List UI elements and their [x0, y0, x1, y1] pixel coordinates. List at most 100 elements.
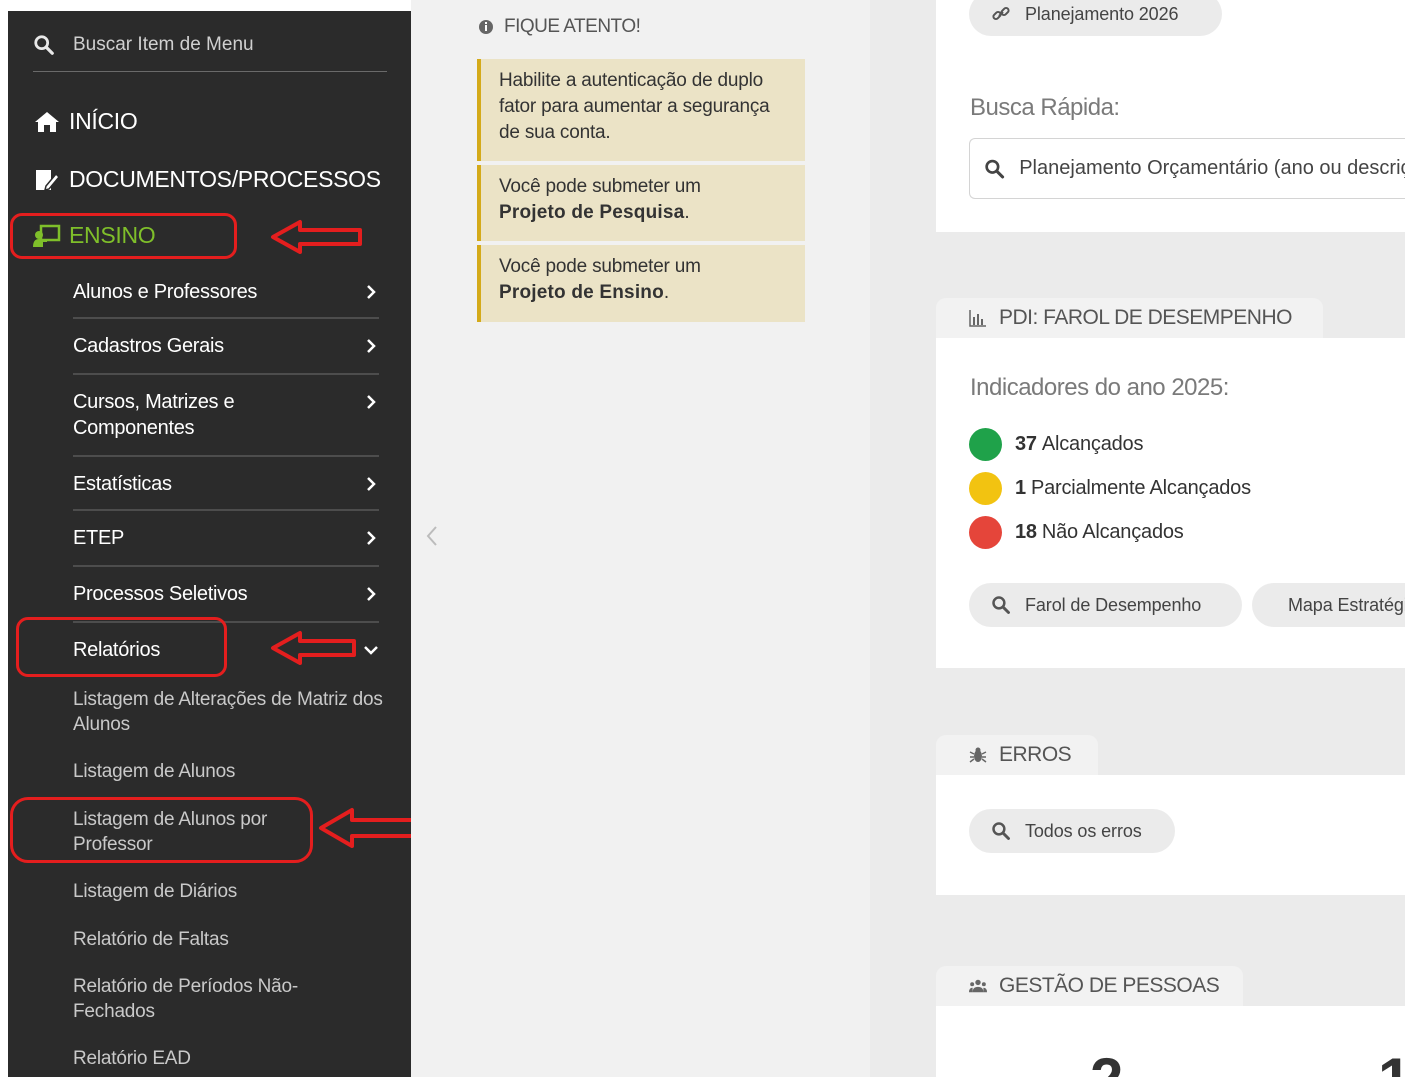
- sidebar-sub-cadastros-gerais[interactable]: Cadastros Gerais: [73, 333, 379, 359]
- todos-erros-label: Todos os erros: [1025, 820, 1142, 841]
- sidebar-report-faltas[interactable]: Relatório de Faltas: [73, 927, 383, 952]
- tab-erros: ERROS: [936, 735, 1098, 775]
- indicator-parcialmente: 1 Parcialmente Alcançados: [969, 472, 1251, 505]
- search-icon: [34, 35, 54, 55]
- annotation-arrow-left-icon: [271, 220, 362, 254]
- alerts-column: FIQUE ATENTO! Habilite a autenticação de…: [411, 0, 870, 1077]
- planejamento-2026-label: Planejamento 2026: [1025, 3, 1179, 24]
- todos-erros-button[interactable]: Todos os erros: [969, 809, 1175, 853]
- sidebar-sub-alunos-professores[interactable]: Alunos e Professores: [73, 279, 379, 305]
- status-dot-green: [969, 428, 1002, 461]
- tab-pdi-farol: PDI: FAROL DE DESEMPENHO: [936, 298, 1323, 338]
- status-dot-red: [969, 516, 1002, 549]
- sidebar-report-periodos-nao-fechados[interactable]: Relatório de Períodos Não-Fechados: [73, 974, 333, 1024]
- sidebar-report-alteracoes-matriz[interactable]: Listagem de Alterações de Matriz dos Alu…: [73, 687, 383, 737]
- notice-text: Você pode submeter um: [499, 256, 701, 277]
- indicator-count: 1: [1015, 477, 1026, 499]
- chevron-right-icon: [367, 339, 376, 353]
- annotation-box-alunos-por-professor: [10, 797, 313, 863]
- link-icon: [992, 6, 1010, 21]
- chevron-left-icon[interactable]: [424, 524, 440, 548]
- sidebar-sub-label: Estatísticas: [73, 473, 172, 495]
- chevron-right-icon: [367, 285, 376, 299]
- sidebar-sub-estatisticas[interactable]: Estatísticas: [73, 471, 379, 497]
- indicator-alcancados: 37 Alcançados: [969, 428, 1143, 461]
- tab-title: GESTÃO DE PESSOAS: [999, 974, 1220, 997]
- tab-gestao-pessoas: GESTÃO DE PESSOAS: [936, 966, 1243, 1006]
- notice-text: Habilite a autenticação de duplo fator p…: [499, 70, 770, 143]
- annotation-arrow-left-icon: [271, 631, 356, 665]
- tab-title: ERROS: [999, 743, 1072, 766]
- farol-desempenho-button[interactable]: Farol de Desempenho: [969, 583, 1242, 627]
- divider: [73, 509, 379, 511]
- sidebar-item-label: INÍCIO: [69, 108, 138, 134]
- notice-bold-text: Projeto de Ensino: [499, 282, 664, 303]
- users-icon: [969, 979, 987, 993]
- busca-rapida-label: Busca Rápida:: [970, 94, 1120, 121]
- gestao-pessoas-card: [936, 1006, 1405, 1077]
- sidebar-report-listagem-alunos[interactable]: Listagem de Alunos: [73, 759, 383, 784]
- tab-title: PDI: FAROL DE DESEMPENHO: [999, 306, 1292, 329]
- chevron-right-icon: [367, 477, 376, 491]
- chevron-right-icon: [367, 587, 376, 601]
- sidebar-sub-label: ETEP: [73, 527, 125, 549]
- indicator-label: Alcançados: [1041, 433, 1144, 455]
- divider: [73, 317, 379, 319]
- indicator-label: Não Alcançados: [1041, 521, 1184, 543]
- indicator-count: 18: [1015, 521, 1037, 543]
- chart-area-icon: [969, 310, 986, 327]
- chevron-right-icon: [367, 531, 376, 545]
- mapa-estrategico-label: Mapa Estratégico: [1288, 594, 1405, 615]
- notice-projeto-ensino[interactable]: Você pode submeter um Projeto de Ensino.: [477, 245, 805, 322]
- sidebar-menu: INÍCIO DOCUMENTOS/PROCESSOS ENSINO Aluno…: [8, 11, 411, 1077]
- notice-period: .: [663, 282, 670, 303]
- sidebar-sub-label: Alunos e Professores: [73, 281, 258, 303]
- divider: [73, 455, 379, 457]
- divider: [73, 373, 379, 375]
- farol-desempenho-label: Farol de Desempenho: [1025, 594, 1202, 615]
- chevron-down-icon: [364, 646, 378, 655]
- sidebar-item-label: DOCUMENTOS/PROCESSOS: [69, 166, 381, 192]
- indicator-count: 37: [1015, 433, 1037, 455]
- sidebar-item-inicio[interactable]: INÍCIO: [33, 108, 138, 135]
- annotation-box-ensino: [10, 213, 237, 259]
- planejamento-2026-button[interactable]: Planejamento 2026: [969, 0, 1222, 36]
- indicator-label: Parcialmente Alcançados: [1030, 477, 1251, 499]
- sidebar-sub-processos-seletivos[interactable]: Processos Seletivos: [73, 581, 379, 607]
- fique-atento-text: FIQUE ATENTO!: [504, 16, 641, 37]
- sidebar-sub-label: Processos Seletivos: [73, 583, 248, 605]
- status-dot-yellow: [969, 472, 1002, 505]
- gestao-count-1: 2: [1090, 1050, 1123, 1077]
- menu-search-input[interactable]: [73, 34, 373, 56]
- sidebar-report-listagem-diarios[interactable]: Listagem de Diários: [73, 879, 383, 904]
- search-icon: [985, 159, 1005, 179]
- sidebar-sub-label: Cursos, Matrizes e Componentes: [73, 391, 235, 439]
- gestao-count-2: 1: [1378, 1050, 1405, 1077]
- sidebar-item-documentos[interactable]: DOCUMENTOS/PROCESSOS: [33, 166, 381, 193]
- bug-icon: [969, 747, 987, 763]
- indicator-nao-alcancados: 18 Não Alcançados: [969, 516, 1184, 549]
- notice-bold-text: Projeto de Pesquisa: [499, 202, 685, 223]
- annotation-box-relatorios: [16, 617, 227, 677]
- notice-text: Você pode submeter um: [499, 176, 701, 197]
- search-icon: [992, 596, 1010, 614]
- fique-atento-heading: FIQUE ATENTO!: [478, 16, 641, 38]
- search-icon: [992, 822, 1010, 840]
- divider: [73, 565, 379, 567]
- sidebar-sub-etep[interactable]: ETEP: [73, 525, 379, 551]
- chevron-right-icon: [367, 395, 376, 409]
- busca-rapida-input[interactable]: [1019, 157, 1405, 180]
- menu-search: [33, 27, 387, 72]
- indicadores-label: Indicadores do ano 2025:: [970, 374, 1229, 401]
- notice-period: .: [684, 202, 690, 223]
- busca-rapida-search: [969, 138, 1405, 199]
- info-circle-icon: [479, 20, 493, 34]
- home-icon: [33, 110, 61, 134]
- notice-two-factor[interactable]: Habilite a autenticação de duplo fator p…: [477, 59, 805, 161]
- sidebar-sub-cursos-matrizes[interactable]: Cursos, Matrizes e Componentes: [73, 389, 379, 441]
- mapa-estrategico-button[interactable]: Mapa Estratégico: [1252, 583, 1405, 627]
- notice-projeto-pesquisa[interactable]: Você pode submeter um Projeto de Pesquis…: [477, 165, 805, 241]
- file-edit-icon: [33, 168, 61, 192]
- sidebar-report-ead[interactable]: Relatório EAD: [73, 1046, 383, 1071]
- sidebar-sub-label: Cadastros Gerais: [73, 335, 224, 357]
